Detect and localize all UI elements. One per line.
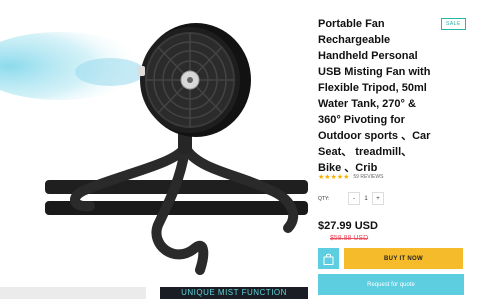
mist-nozzle xyxy=(137,66,145,76)
star-rating-icon: ★★★★★ xyxy=(318,173,350,181)
add-to-cart-button[interactable] xyxy=(318,248,339,269)
compare-at-price: $58.88 USD xyxy=(330,235,369,242)
product-info-panel: Portable Fan Rechargeable Handheld Perso… xyxy=(318,0,480,299)
thumbnail-strip: UNIQUE MIST FUNCTION xyxy=(0,287,308,299)
thumbnail-2[interactable]: UNIQUE MIST FUNCTION xyxy=(160,287,308,299)
quantity-decrease-button[interactable]: - xyxy=(348,192,360,205)
quantity-input[interactable]: 1 xyxy=(360,193,372,204)
quantity-stepper: - 1 + xyxy=(348,192,384,205)
thumbnail-1[interactable] xyxy=(0,287,146,299)
request-quote-button[interactable]: Request for quote xyxy=(318,274,464,295)
shopping-bag-icon xyxy=(323,253,334,265)
buy-it-now-button[interactable]: BUY IT NOW xyxy=(344,248,463,269)
review-count[interactable]: 59 REVIEWS xyxy=(353,174,383,180)
product-rating[interactable]: ★★★★★ 59 REVIEWS xyxy=(318,172,383,181)
product-title: Portable Fan Rechargeable Handheld Perso… xyxy=(318,18,431,174)
product-main-image xyxy=(0,23,308,275)
quantity-increase-button[interactable]: + xyxy=(372,192,384,205)
quantity-label: QTY: xyxy=(318,196,330,202)
product-price: $27.99 USD xyxy=(318,220,378,232)
product-image-gallery[interactable]: UNIQUE MIST FUNCTION xyxy=(0,0,308,299)
sale-badge: SALE xyxy=(441,18,466,30)
